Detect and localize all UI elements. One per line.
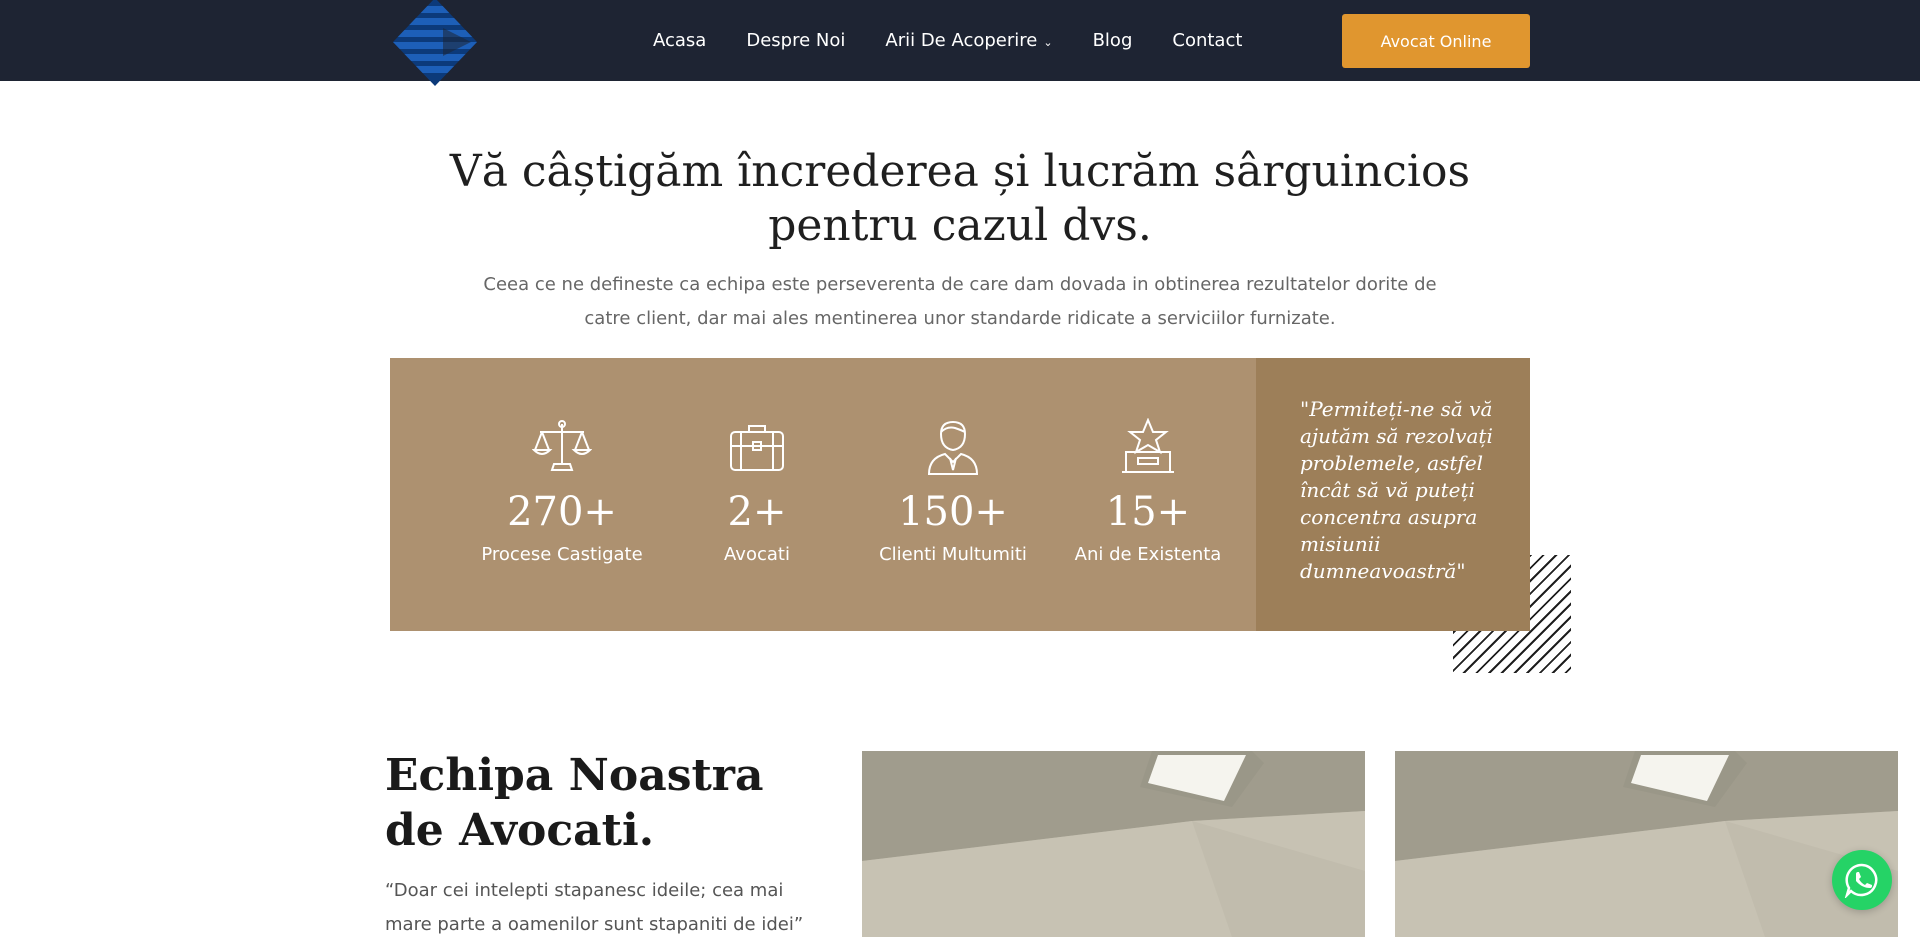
chevron-down-icon: ⌄ <box>1043 35 1053 49</box>
stat-label: Clienti Multumiti <box>879 544 1027 565</box>
nav-label: Contact <box>1172 30 1243 51</box>
stat-label: Procese Castigate <box>481 544 643 565</box>
nav-item-despre-noi[interactable]: Despre Noi <box>746 30 845 51</box>
site-header: Acasa Despre Noi Arii De Acoperire ⌄ Blog… <box>0 0 1920 86</box>
hero-subtext: Ceea ce ne defineste ca echipa este pers… <box>483 274 1437 329</box>
quote-box: "Permiteți-ne să vă ajutăm să rezolvați … <box>1256 358 1530 631</box>
stat-value: 2+ <box>727 489 787 535</box>
nav-label: Despre Noi <box>746 30 846 51</box>
nav-item-acasa[interactable]: Acasa <box>653 30 706 51</box>
page-title: Vă câștigăm încrederea și lucrăm sârguin… <box>449 146 1471 251</box>
nav-item-blog[interactable]: Blog <box>1093 30 1133 51</box>
nav-label: Arii De Acoperire <box>885 30 1038 51</box>
nav-label: Acasa <box>653 30 707 51</box>
stat-item: 15+ Ani de Existenta <box>1053 418 1243 565</box>
stat-item: 150+ Clienti Multumiti <box>858 418 1048 565</box>
stat-label: Ani de Existenta <box>1074 544 1222 565</box>
nav-item-contact[interactable]: Contact <box>1172 30 1242 51</box>
lawyer-icon <box>927 420 979 475</box>
whatsapp-icon[interactable] <box>1832 850 1892 910</box>
diamond-logo-icon[interactable] <box>393 0 477 86</box>
stat-value: 15+ <box>1105 489 1191 535</box>
briefcase-icon <box>730 425 784 471</box>
lawyer-photo[interactable] <box>1395 751 1898 937</box>
stat-value: 150+ <box>898 489 1008 535</box>
award-icon <box>1122 418 1174 473</box>
lawyer-photo[interactable] <box>862 751 1365 937</box>
stat-item: 2+ Avocati <box>662 418 852 565</box>
stat-item: 270+ Procese Castigate <box>467 418 657 565</box>
scales-icon <box>532 420 592 471</box>
team-quote: “Doar cei intelepti stapanesc ideile; ce… <box>385 880 804 935</box>
main-nav: Acasa Despre Noi Arii De Acoperire ⌄ Blog… <box>653 0 1282 81</box>
stat-label: Avocati <box>724 544 790 565</box>
quote-text: "Permiteți-ne să vă ajutăm să rezolvați … <box>1300 397 1493 583</box>
team-title: Echipa Noastra de Avocati. <box>385 750 764 856</box>
stat-value: 270+ <box>507 489 617 535</box>
stats-band: 270+ Procese Castigate 2+ Avocati 150+ C… <box>390 358 1256 631</box>
nav-label: Blog <box>1092 30 1133 51</box>
nav-item-arii-de-acoperire[interactable]: Arii De Acoperire ⌄ <box>885 30 1052 51</box>
avocat-online-button[interactable]: Avocat Online <box>1342 14 1530 68</box>
